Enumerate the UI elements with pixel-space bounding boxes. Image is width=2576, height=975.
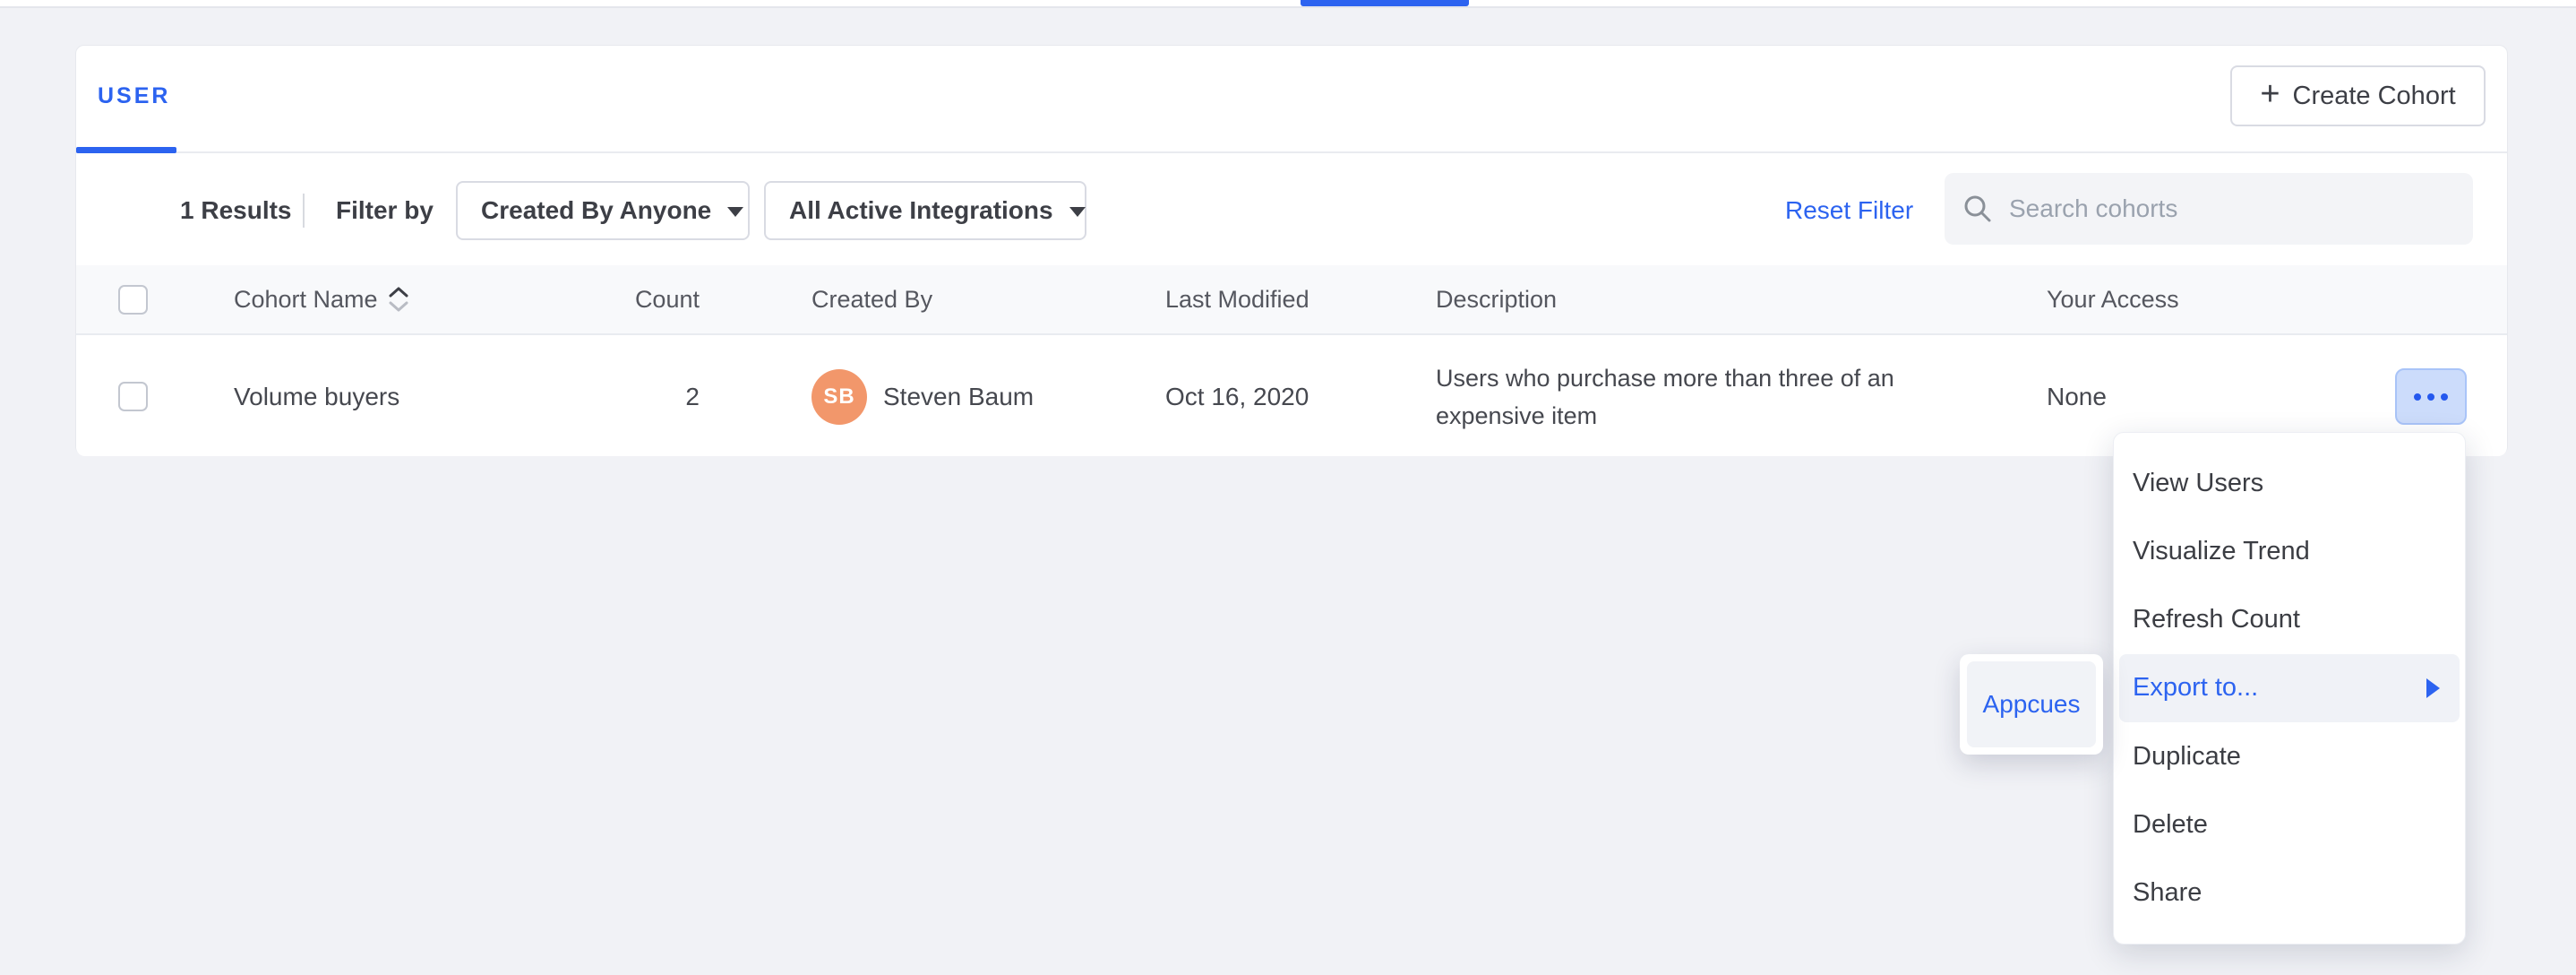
header-cohort-name-label: Cohort Name — [234, 286, 378, 314]
search-icon — [1962, 194, 1993, 224]
tabs-row: USER + Create Cohort — [76, 46, 2507, 153]
header-created-by: Created By — [811, 265, 932, 333]
active-nav-tab-indicator[interactable] — [1301, 0, 1469, 6]
plus-icon: + — [2260, 77, 2280, 111]
created-by-name: Steven Baum — [883, 383, 1034, 411]
menu-item-refresh-count[interactable]: Refresh Count — [2114, 586, 2465, 654]
menu-item-share[interactable]: Share — [2114, 859, 2465, 928]
row-actions-menu: View Users Visualize Trend Refresh Count… — [2113, 432, 2466, 945]
row-checkbox[interactable] — [118, 382, 148, 411]
top-nav-strip — [0, 0, 2576, 8]
description-line-1: Users who purchase more than three of an — [1436, 359, 1894, 397]
your-access-cell: None — [2047, 337, 2107, 456]
dot-icon — [2427, 393, 2434, 401]
reset-filter-link[interactable]: Reset Filter — [1785, 155, 1913, 265]
cohort-count: 2 — [520, 337, 700, 456]
row-checkbox-cell — [118, 337, 148, 456]
created-by-dropdown[interactable]: Created By Anyone — [456, 181, 750, 240]
description-line-2: expensive item — [1436, 397, 1894, 435]
submenu-item-appcues[interactable]: Appcues — [1967, 661, 2096, 747]
row-actions-button[interactable] — [2395, 368, 2467, 425]
menu-item-view-users[interactable]: View Users — [2114, 449, 2465, 517]
menu-item-duplicate[interactable]: Duplicate — [2114, 722, 2465, 790]
description-cell: Users who purchase more than three of an… — [1436, 337, 1894, 456]
filter-by-label: Filter by — [336, 155, 434, 265]
search-box[interactable] — [1945, 173, 2473, 245]
submenu-arrow-icon — [2426, 678, 2440, 698]
cohorts-page: USER + Create Cohort 1 Results Filter by… — [0, 0, 2576, 975]
results-count: 1 Results — [180, 155, 292, 265]
menu-item-export-to-label: Export to... — [2133, 673, 2258, 703]
dot-icon — [2441, 393, 2448, 401]
header-cohort-name[interactable]: Cohort Name — [234, 265, 410, 333]
created-by-cell: SB Steven Baum — [811, 337, 1034, 456]
search-input[interactable] — [2007, 194, 2455, 224]
created-by-dropdown-label: Created By Anyone — [481, 196, 711, 225]
chevron-down-icon — [1069, 207, 1086, 217]
create-cohort-button[interactable]: + Create Cohort — [2230, 65, 2486, 126]
cohort-name-link[interactable]: Volume buyers — [234, 337, 399, 456]
header-count: Count — [520, 265, 700, 333]
chevron-down-icon — [727, 207, 743, 217]
sort-icon[interactable] — [387, 284, 410, 315]
cohorts-card: USER + Create Cohort 1 Results Filter by… — [75, 45, 2508, 455]
export-submenu: Appcues — [1960, 654, 2103, 755]
table-header: Cohort Name Count Created By Last Modifi… — [76, 265, 2507, 335]
select-all-checkbox[interactable] — [118, 285, 148, 315]
dot-icon — [2414, 393, 2421, 401]
header-your-access: Your Access — [2047, 265, 2179, 333]
tab-user[interactable]: USER — [98, 83, 170, 109]
last-modified-cell: Oct 16, 2020 — [1165, 337, 1309, 456]
avatar: SB — [811, 369, 867, 425]
filter-row: 1 Results Filter by Created By Anyone Al… — [76, 155, 2507, 265]
create-cohort-label: Create Cohort — [2293, 82, 2456, 111]
header-description: Description — [1436, 265, 1557, 333]
menu-item-visualize-trend[interactable]: Visualize Trend — [2114, 517, 2465, 585]
integrations-dropdown-label: All Active Integrations — [789, 196, 1053, 225]
header-checkbox-cell — [118, 265, 148, 333]
menu-item-export-to[interactable]: Export to... — [2119, 654, 2460, 722]
integrations-dropdown[interactable]: All Active Integrations — [764, 181, 1086, 240]
tab-active-underline — [76, 147, 176, 153]
menu-item-delete[interactable]: Delete — [2114, 790, 2465, 859]
filter-separator — [303, 194, 305, 228]
header-last-modified: Last Modified — [1165, 265, 1309, 333]
